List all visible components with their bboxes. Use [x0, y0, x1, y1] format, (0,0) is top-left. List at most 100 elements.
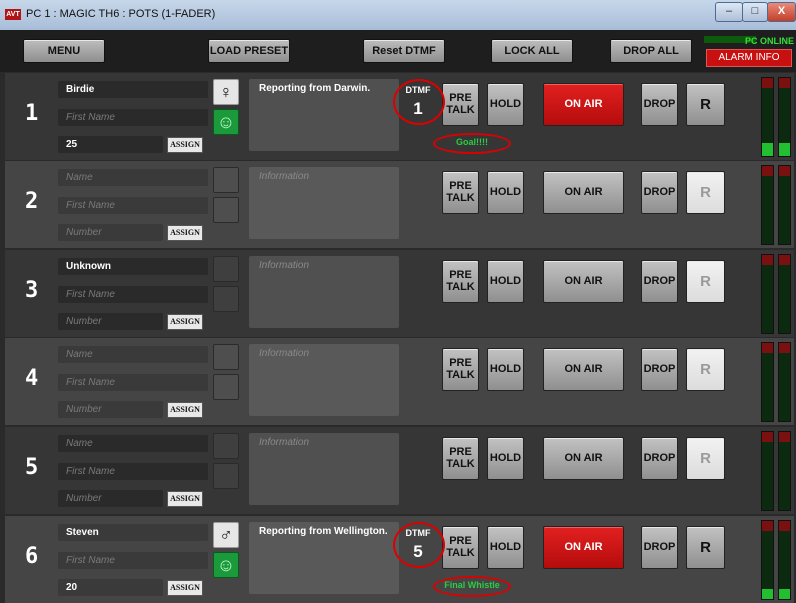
hold-button[interactable]: HOLD: [487, 260, 524, 303]
hold-button[interactable]: HOLD: [487, 348, 524, 391]
on-air-button[interactable]: ON AIR: [543, 526, 624, 569]
level-meter-right: [778, 431, 791, 511]
meter-level: [779, 589, 790, 599]
r-button[interactable]: R: [686, 83, 725, 126]
meter-peak: [762, 166, 773, 176]
app-logo: AVT: [5, 9, 21, 20]
level-meter-right: [778, 165, 791, 245]
name-field[interactable]: Name: [58, 435, 208, 452]
r-button[interactable]: R: [686, 171, 725, 214]
number-field[interactable]: Number: [58, 224, 163, 241]
drop-all-button[interactable]: DROP ALL: [610, 39, 692, 63]
first-name-field[interactable]: First Name: [58, 197, 208, 214]
pre-talk-button[interactable]: PRE TALK: [442, 348, 479, 391]
status-icon-slot[interactable]: [213, 286, 239, 312]
information-field[interactable]: Information: [249, 344, 399, 416]
dtmf-indicator: DTMF 1: [393, 79, 445, 125]
meter-peak: [779, 166, 790, 176]
information-field[interactable]: Reporting from Darwin.: [249, 79, 399, 151]
pre-talk-button[interactable]: PRE TALK: [442, 526, 479, 569]
assign-button[interactable]: ASSIGN: [167, 314, 203, 330]
number-field[interactable]: Number: [58, 313, 163, 330]
maximize-button[interactable]: □: [742, 2, 768, 22]
assign-button[interactable]: ASSIGN: [167, 402, 203, 418]
hold-button[interactable]: HOLD: [487, 171, 524, 214]
name-field[interactable]: Unknown: [58, 258, 208, 275]
status-text: Goal!!!!: [456, 137, 488, 147]
number-field[interactable]: 25: [58, 136, 163, 153]
information-field[interactable]: Information: [249, 167, 399, 239]
information-field[interactable]: Information: [249, 256, 399, 328]
r-button[interactable]: R: [686, 348, 725, 391]
on-air-button[interactable]: ON AIR: [543, 83, 624, 126]
name-field[interactable]: Birdie: [58, 81, 208, 98]
drop-button[interactable]: DROP: [641, 526, 678, 569]
name-field[interactable]: Name: [58, 169, 208, 186]
drop-button[interactable]: DROP: [641, 437, 678, 480]
number-field[interactable]: Number: [58, 401, 163, 418]
caller-icon-slot[interactable]: [213, 256, 239, 282]
status-icon-slot[interactable]: [213, 197, 239, 223]
on-air-button[interactable]: ON AIR: [543, 171, 624, 214]
on-air-button[interactable]: ON AIR: [543, 348, 624, 391]
line-row: 6 Steven First Name 20 ASSIGN ♂ ☺ Report…: [5, 516, 794, 603]
close-button[interactable]: X: [767, 2, 796, 22]
status-icon-slot[interactable]: [213, 463, 239, 489]
first-name-field[interactable]: First Name: [58, 463, 208, 480]
female-icon[interactable]: ♀: [213, 79, 239, 105]
r-button[interactable]: R: [686, 260, 725, 303]
number-field[interactable]: Number: [58, 490, 163, 507]
r-button[interactable]: R: [686, 526, 725, 569]
drop-button[interactable]: DROP: [641, 171, 678, 214]
on-air-button[interactable]: ON AIR: [543, 437, 624, 480]
drop-button[interactable]: DROP: [641, 83, 678, 126]
name-field[interactable]: Name: [58, 346, 208, 363]
hold-button[interactable]: HOLD: [487, 83, 524, 126]
hold-button[interactable]: HOLD: [487, 437, 524, 480]
pre-talk-button[interactable]: PRE TALK: [442, 260, 479, 303]
line-number: 1: [25, 101, 39, 126]
drop-button[interactable]: DROP: [641, 348, 678, 391]
name-field[interactable]: Steven: [58, 524, 208, 541]
assign-button[interactable]: ASSIGN: [167, 137, 203, 153]
on-air-button[interactable]: ON AIR: [543, 260, 624, 303]
menu-button[interactable]: MENU: [23, 39, 105, 63]
first-name-field[interactable]: First Name: [58, 552, 208, 569]
alarm-info-button[interactable]: ALARM INFO: [706, 49, 792, 67]
level-meter-right: [778, 77, 791, 157]
first-name-field[interactable]: First Name: [58, 374, 208, 391]
assign-button[interactable]: ASSIGN: [167, 491, 203, 507]
line-number: 5: [25, 455, 39, 480]
male-icon[interactable]: ♂: [213, 522, 239, 548]
load-preset-button[interactable]: LOAD PRESET: [208, 39, 290, 63]
level-meter-left: [761, 254, 774, 334]
r-button[interactable]: R: [686, 437, 725, 480]
level-meter-right: [778, 520, 791, 600]
pre-talk-button[interactable]: PRE TALK: [442, 437, 479, 480]
hold-button[interactable]: HOLD: [487, 526, 524, 569]
minimize-button[interactable]: –: [715, 2, 743, 22]
caller-icon-slot[interactable]: [213, 433, 239, 459]
connected-smiley-icon[interactable]: ☺: [213, 552, 239, 578]
number-field[interactable]: 20: [58, 579, 163, 596]
first-name-field[interactable]: First Name: [58, 286, 208, 303]
dtmf-value: 5: [413, 542, 423, 561]
status-note: Goal!!!!: [433, 133, 511, 154]
lock-all-button[interactable]: LOCK ALL: [491, 39, 573, 63]
drop-button[interactable]: DROP: [641, 260, 678, 303]
caller-icon-slot[interactable]: [213, 167, 239, 193]
pre-talk-button[interactable]: PRE TALK: [442, 171, 479, 214]
information-field[interactable]: Information: [249, 433, 399, 505]
caller-icon-slot[interactable]: [213, 344, 239, 370]
status-icon-slot[interactable]: [213, 374, 239, 400]
assign-button[interactable]: ASSIGN: [167, 225, 203, 241]
information-field[interactable]: Reporting from Wellington.: [249, 522, 399, 594]
pre-talk-button[interactable]: PRE TALK: [442, 83, 479, 126]
meter-level: [779, 143, 790, 156]
level-meter-right: [778, 342, 791, 422]
level-meter-left: [761, 431, 774, 511]
assign-button[interactable]: ASSIGN: [167, 580, 203, 596]
connected-smiley-icon[interactable]: ☺: [213, 109, 239, 135]
first-name-field[interactable]: First Name: [58, 109, 208, 126]
reset-dtmf-button[interactable]: Reset DTMF: [363, 39, 445, 63]
